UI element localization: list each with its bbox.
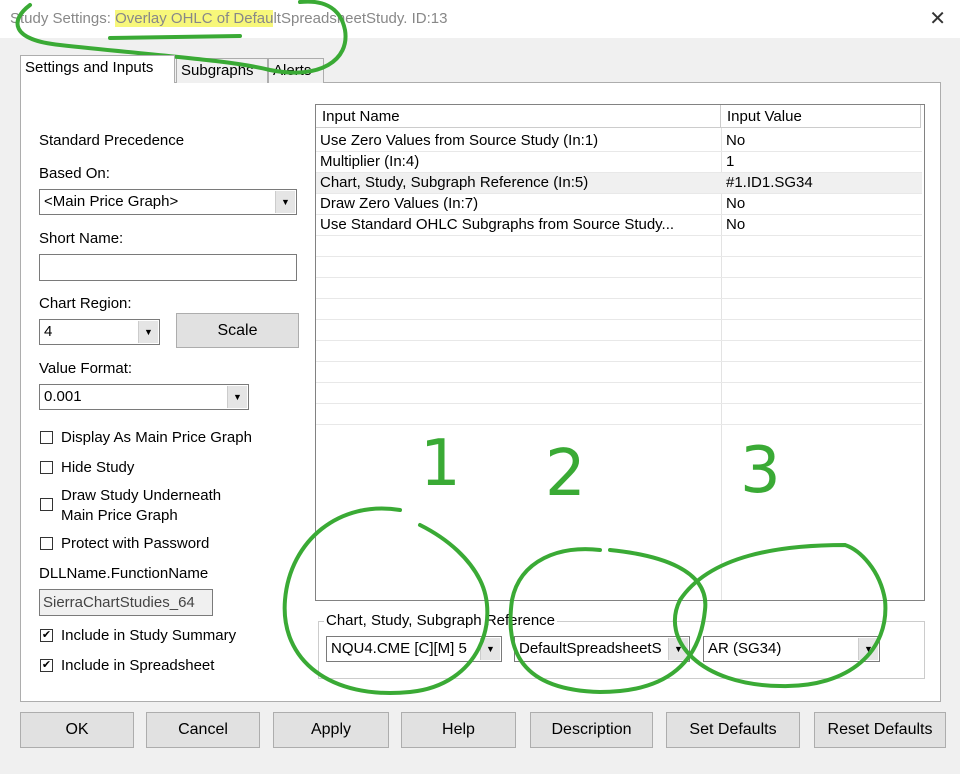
based-on-select[interactable]: <Main Price Graph> ▼ <box>39 189 297 215</box>
value-format-select[interactable]: 0.001 ▼ <box>39 384 249 410</box>
chart-region-label: Chart Region: <box>39 295 132 312</box>
chevron-down-icon: ▼ <box>858 638 878 660</box>
hide-study-checkbox[interactable] <box>40 461 53 474</box>
table-row[interactable]: Use Standard OHLC Subgraphs from Source … <box>316 215 922 236</box>
chevron-down-icon: ▼ <box>668 638 688 660</box>
hide-study-label: Hide Study <box>61 459 135 476</box>
protect-password-label: Protect with Password <box>61 535 210 552</box>
display-as-main-label: Display As Main Price Graph <box>61 429 252 446</box>
chevron-down-icon: ▼ <box>275 191 295 213</box>
draw-underneath-label: Draw Study Underneath <box>61 487 222 504</box>
include-spreadsheet-label: Include in Spreadsheet <box>61 657 215 674</box>
dll-field: SierraChartStudies_64 <box>39 589 213 616</box>
close-icon[interactable]: ✕ <box>929 6 946 31</box>
chevron-down-icon: ▼ <box>480 638 500 660</box>
scale-button[interactable]: Scale <box>176 313 299 348</box>
standard-precedence-label: Standard Precedence <box>39 132 185 149</box>
dll-label: DLLName.FunctionName <box>39 565 209 582</box>
draw-underneath-checkbox[interactable] <box>40 498 53 511</box>
set-defaults-button[interactable]: Set Defaults <box>666 712 800 748</box>
inputs-table[interactable]: Input Name Input Value Use Zero Values f… <box>315 104 925 601</box>
apply-button[interactable]: Apply <box>273 712 389 748</box>
subgraph-select[interactable]: AR (SG34) ▼ <box>703 636 880 662</box>
table-row[interactable]: Use Zero Values from Source Study (In:1)… <box>316 131 922 152</box>
title-bar: Study Settings: Overlay OHLC of DefaultS… <box>0 0 960 38</box>
header-input-name[interactable]: Input Name <box>316 105 721 128</box>
chevron-down-icon: ▼ <box>227 386 247 408</box>
tab-alerts[interactable]: Alerts <box>268 58 324 83</box>
include-summary-checkbox[interactable]: ✔ <box>40 629 53 642</box>
table-row[interactable]: Chart, Study, Subgraph Reference (In:5) #… <box>316 173 922 194</box>
cancel-button[interactable]: Cancel <box>146 712 260 748</box>
tab-subgraphs[interactable]: Subgraphs <box>176 58 268 83</box>
window-title: Study Settings: Overlay OHLC of DefaultS… <box>10 10 448 27</box>
chevron-down-icon: ▼ <box>138 321 158 343</box>
reset-defaults-button[interactable]: Reset Defaults <box>814 712 946 748</box>
reference-group-label: Chart, Study, Subgraph Reference <box>324 612 558 629</box>
chart-select[interactable]: NQU4.CME [C][M] 5 ▼ <box>326 636 502 662</box>
short-name-label: Short Name: <box>39 230 124 247</box>
study-select[interactable]: DefaultSpreadsheetS ▼ <box>514 636 690 662</box>
help-button[interactable]: Help <box>401 712 516 748</box>
chart-region-select[interactable]: 4 ▼ <box>39 319 160 345</box>
header-input-value[interactable]: Input Value <box>721 105 921 128</box>
value-format-label: Value Format: <box>39 360 133 377</box>
include-summary-label: Include in Study Summary <box>61 627 237 644</box>
tab-settings-and-inputs[interactable]: Settings and Inputs <box>20 55 175 83</box>
display-as-main-checkbox[interactable] <box>40 431 53 444</box>
draw-underneath-label-2: Main Price Graph <box>61 507 178 524</box>
include-spreadsheet-checkbox[interactable]: ✔ <box>40 659 53 672</box>
table-row[interactable]: Multiplier (In:4) 1 <box>316 152 922 173</box>
table-row[interactable]: Draw Zero Values (In:7) No <box>316 194 922 215</box>
description-button[interactable]: Description <box>530 712 653 748</box>
short-name-input[interactable] <box>39 254 297 281</box>
protect-password-checkbox[interactable] <box>40 537 53 550</box>
based-on-label: Based On: <box>39 165 110 182</box>
ok-button[interactable]: OK <box>20 712 134 748</box>
